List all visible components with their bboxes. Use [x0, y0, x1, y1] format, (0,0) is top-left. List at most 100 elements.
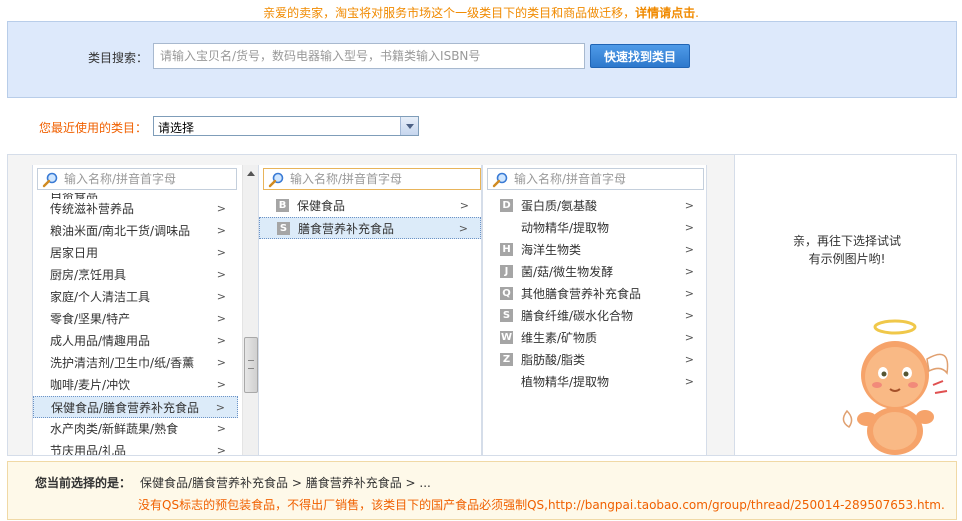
current-selection-path: 保健食品/膳食营养补充食品 > 膳食营养补充食品 > ...	[140, 476, 431, 490]
category-item[interactable]: 成人用品/情趣用品 >	[33, 330, 238, 352]
dropdown-arrow-icon[interactable]	[400, 117, 418, 135]
column2-filter[interactable]	[263, 168, 481, 190]
category-item-selected[interactable]: S 膳食营养补充食品 >	[259, 217, 481, 239]
category-item[interactable]: 咖啡/麦片/冲饮 >	[33, 374, 238, 396]
chevron-right-icon: >	[216, 378, 226, 391]
category-item-label: 菌/菇/微生物发酵	[521, 265, 614, 279]
column1-filter[interactable]	[37, 168, 237, 190]
chevron-right-icon: >	[216, 422, 226, 435]
category-item[interactable]: 动物精华/提取物 >	[483, 217, 706, 239]
category-item-label: 海洋生物类	[521, 243, 582, 257]
chevron-right-icon: >	[216, 312, 226, 325]
index-letter-badge: S	[500, 309, 513, 322]
category-search-panel: 类目搜索： 快速找到类目	[7, 21, 957, 98]
preview-hint: 亲，再往下选择试试 有示例图片哟!	[735, 232, 956, 268]
index-letter-badge: D	[500, 199, 513, 212]
category-item-label: 其他膳食营养补充食品	[521, 287, 642, 301]
column1-list: 传统滋补营养品 > 粮油米面/南北干货/调味品 > 居家日用 > 厨房/烹饪用具 > 家…	[33, 198, 260, 456]
category-item-label: 节庆用品/礼品	[50, 444, 127, 456]
quick-find-category-button[interactable]: 快速找到类目	[590, 44, 690, 68]
category-item[interactable]: 植物精华/提取物 >	[483, 371, 706, 393]
chevron-right-icon: >	[216, 356, 226, 369]
chevron-right-icon: >	[216, 246, 226, 259]
index-letter-badge: W	[500, 331, 513, 344]
column2-filter-input[interactable]	[290, 171, 440, 187]
chevron-right-icon: >	[684, 353, 694, 366]
scrollbar-thumb[interactable]	[244, 337, 258, 393]
search-label: 类目搜索：	[88, 51, 149, 65]
column3-filter[interactable]	[487, 168, 704, 190]
category-item-label: 脂肪酸/脂类	[521, 353, 586, 367]
category-item-label: 水产肉类/新鲜蔬果/熟食	[50, 422, 179, 436]
index-letter-badge: B	[276, 199, 289, 212]
category-item[interactable]: 零食/坚果/特产 >	[33, 308, 238, 330]
category-item-label: 动物精华/提取物	[521, 221, 610, 235]
category-item-label: 咖啡/麦片/冲饮	[50, 378, 131, 392]
notice-bar: 亲爱的卖家，淘宝将对服务市场这个一级类目下的类目和商品做迁移，详情请点击.	[0, 5, 962, 21]
category-item-label: 传统滋补营养品	[50, 202, 135, 216]
category-item[interactable]: 传统滋补营养品 >	[33, 198, 238, 220]
chevron-right-icon: >	[216, 290, 226, 303]
chevron-right-icon: >	[684, 221, 694, 234]
category-item[interactable]: 节庆用品/礼品 >	[33, 440, 238, 456]
category-column-level2: B 保健食品 > S 膳食营养补充食品 >	[258, 165, 482, 455]
category-item[interactable]: W 维生素/矿物质 >	[483, 327, 706, 349]
category-item[interactable]: Z 脂肪酸/脂类 >	[483, 349, 706, 371]
index-letter-badge: J	[500, 265, 513, 278]
chevron-right-icon: >	[684, 243, 694, 256]
category-item-label: 维生素/矿物质	[521, 331, 598, 345]
category-column-level1: 自资食品 传统滋补营养品> 粮油米面/南北干货/调味品> 居家日用> 厨房/烹饪…	[32, 165, 261, 456]
index-letter-badge: S	[277, 222, 290, 235]
category-item[interactable]: B 保健食品 >	[259, 195, 481, 217]
category-column-level3: D蛋白质/氨基酸> 动物精华/提取物> H海洋生物类> J菌/菇/微生物发酵> …	[482, 165, 707, 455]
preview-hint-line2: 有示例图片哟!	[808, 252, 886, 266]
category-item[interactable]: 厨房/烹饪用具 >	[33, 264, 238, 286]
qs-warning-text: 没有QS标志的预包装食品，不得出厂销售，该类目下的国产食品必须强制QS,http…	[138, 498, 945, 512]
index-letter-badge: Q	[500, 287, 513, 300]
chevron-right-icon: >	[684, 287, 694, 300]
column3-filter-input[interactable]	[514, 171, 664, 187]
chevron-right-icon: >	[458, 222, 468, 235]
category-item-selected[interactable]: 保健食品/膳食营养补充食品 >	[33, 396, 238, 418]
category-search-input[interactable]	[153, 43, 585, 69]
category-item[interactable]: 水产肉类/新鲜蔬果/熟食 >	[33, 418, 238, 440]
column2-list: B 保健食品 > S 膳食营养补充食品 >	[259, 195, 481, 239]
chevron-right-icon: >	[216, 268, 226, 281]
chevron-right-icon: >	[684, 375, 694, 388]
chevron-right-icon: >	[684, 331, 694, 344]
example-preview-pane: 亲，再往下选择试试 有示例图片哟!	[734, 155, 956, 455]
category-item[interactable]: H 海洋生物类 >	[483, 239, 706, 261]
chevron-right-icon: >	[216, 224, 226, 237]
category-item-label: 零食/坚果/特产	[50, 312, 131, 326]
recent-categories-value: 请选择	[158, 121, 195, 135]
chevron-right-icon: >	[216, 444, 226, 456]
category-item[interactable]: S 膳食纤维/碳水化合物 >	[483, 305, 706, 327]
index-letter-badge: H	[500, 243, 513, 256]
chevron-right-icon: >	[684, 265, 694, 278]
column1-filter-input[interactable]	[64, 171, 214, 187]
column3-list: D 蛋白质/氨基酸 > 动物精华/提取物 > H 海洋生物类 > J 菌/菇/微生物发酵 > …	[483, 195, 706, 393]
recent-categories-select[interactable]: 请选择	[153, 116, 419, 136]
notice-suffix: .	[695, 6, 699, 20]
category-item[interactable]: D 蛋白质/氨基酸 >	[483, 195, 706, 217]
chevron-right-icon: >	[216, 202, 226, 215]
angel-mascot-icon	[842, 319, 949, 455]
chevron-right-icon: >	[216, 334, 226, 347]
notice-details-link[interactable]: 详情请点击	[635, 6, 695, 20]
category-item[interactable]: 洗护清洁剂/卫生巾/纸/香薰 >	[33, 352, 238, 374]
index-letter-badge: Z	[500, 353, 513, 366]
chevron-right-icon: >	[215, 401, 225, 414]
category-item-label: 保健食品/膳食营养补充食品	[51, 401, 200, 415]
current-selection-panel: 您当前选择的是： 保健食品/膳食营养补充食品 > 膳食营养补充食品 > ... …	[7, 461, 957, 520]
category-item-label: 洗护清洁剂/卫生巾/纸/香薰	[50, 356, 195, 370]
category-item[interactable]: J 菌/菇/微生物发酵 >	[483, 261, 706, 283]
chevron-right-icon: >	[684, 309, 694, 322]
category-item[interactable]: 居家日用 >	[33, 242, 238, 264]
category-item[interactable]: 家庭/个人清洁工具 >	[33, 286, 238, 308]
category-item-label: 膳食营养补充食品	[298, 222, 395, 236]
category-item[interactable]: 粮油米面/南北干货/调味品 >	[33, 220, 238, 242]
category-item-label: 膳食纤维/碳水化合物	[521, 309, 634, 323]
magnifier-icon	[42, 172, 58, 188]
chevron-right-icon: >	[684, 199, 694, 212]
category-item[interactable]: Q 其他膳食营养补充食品 >	[483, 283, 706, 305]
